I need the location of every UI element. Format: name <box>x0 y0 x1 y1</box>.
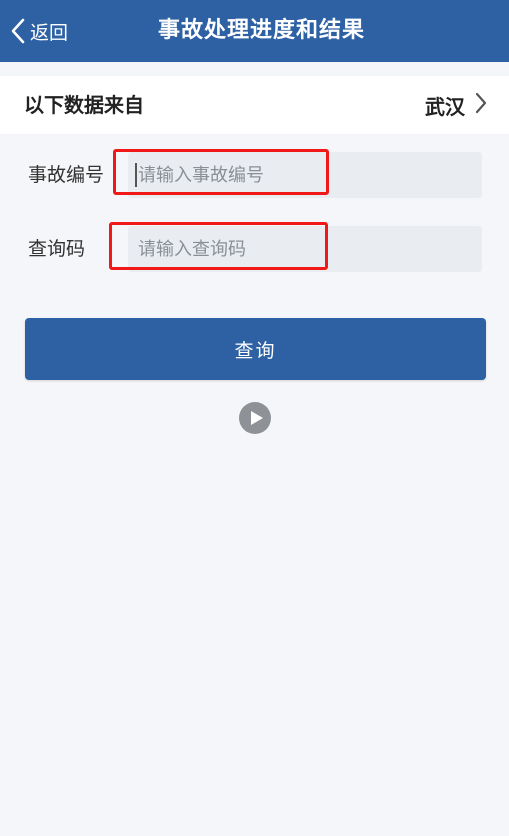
accident-number-label: 事故编号 <box>28 164 105 186</box>
city-selector[interactable]: 武汉 <box>425 76 487 134</box>
query-code-input[interactable] <box>128 226 482 272</box>
chevron-right-icon <box>475 92 487 118</box>
query-code-label: 查询码 <box>28 238 86 260</box>
city-name: 武汉 <box>425 94 465 119</box>
accident-number-row: 事故编号 <box>0 152 509 198</box>
top-navbar: 返回 事故处理进度和结果 <box>0 0 509 62</box>
query-code-row: 查询码 <box>0 226 509 272</box>
data-source-row: 以下数据来自 武汉 <box>0 76 509 134</box>
data-source-label: 以下数据来自 <box>24 93 144 117</box>
text-caret <box>135 163 137 187</box>
page-title: 事故处理进度和结果 <box>157 18 365 43</box>
accident-number-input[interactable] <box>128 152 482 198</box>
query-button[interactable]: 查询 <box>25 318 486 380</box>
play-icon[interactable] <box>238 401 272 435</box>
